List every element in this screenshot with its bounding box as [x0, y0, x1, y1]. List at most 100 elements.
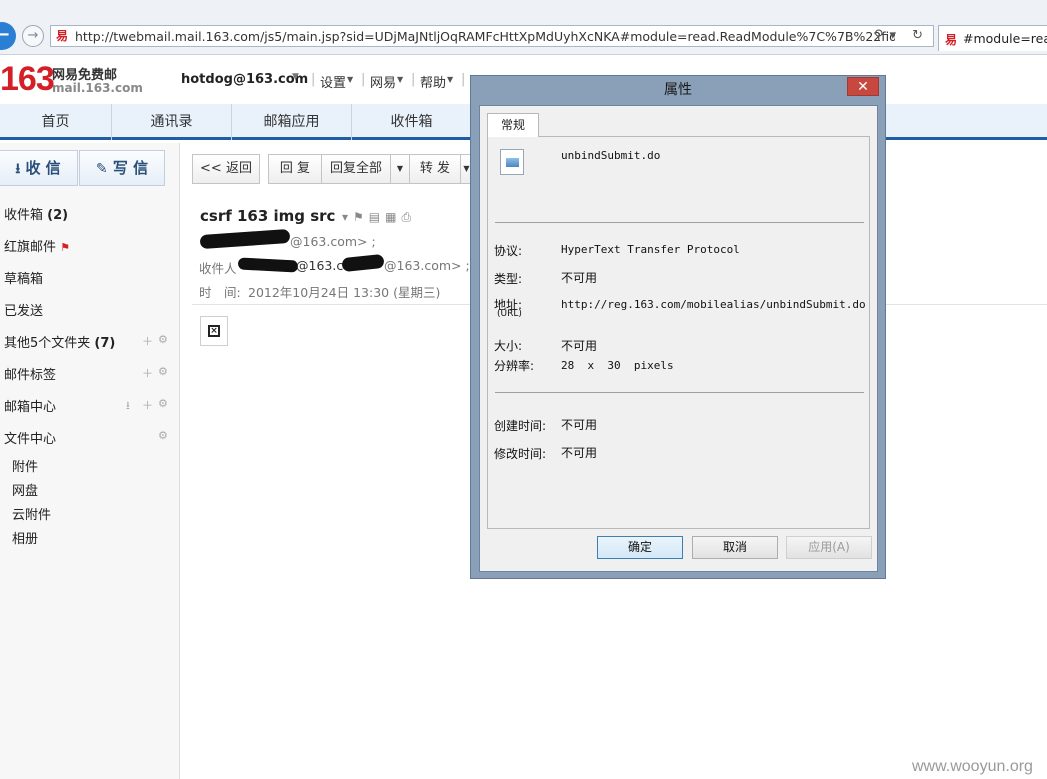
sidebar-item-cloud-attachments[interactable]: 云附件: [12, 504, 51, 523]
gear-icon[interactable]: ⚙: [158, 333, 168, 346]
resolution-label: 分辨率:: [494, 359, 535, 373]
message-actions-icon[interactable]: ▾⚑▤▦⎙: [342, 210, 416, 225]
menu-help[interactable]: 帮助: [420, 72, 446, 91]
sidebar-item-label: 收件箱: [4, 208, 44, 223]
chevron-down-icon[interactable]: ▼: [347, 75, 353, 84]
message-subject: csrf 163 img src: [200, 207, 336, 225]
sidebar-item-other-folders[interactable]: 其他5个文件夹 (7): [4, 332, 115, 351]
chevron-down-icon[interactable]: ▼: [390, 154, 410, 184]
watermark: www.wooyun.org: [912, 758, 1033, 775]
divider: [495, 222, 864, 223]
close-icon[interactable]: ✕: [847, 77, 879, 96]
general-panel: unbindSubmit.do 协议: HyperText Transfer P…: [487, 136, 870, 529]
download-icon[interactable]: ⭳: [126, 397, 130, 416]
menu-settings[interactable]: 设置: [320, 72, 346, 91]
browser-tab[interactable]: 易 #module=read: [938, 25, 1047, 51]
write-label: 写 信: [112, 159, 149, 177]
modified-label: 修改时间:: [494, 447, 547, 461]
receive-label: 收 信: [25, 159, 61, 177]
dialog-body: 常规 unbindSubmit.do 协议: HyperText Transfe…: [479, 105, 878, 572]
sidebar-item-file-center[interactable]: 文件中心: [4, 428, 56, 447]
created-value: 不可用: [561, 418, 598, 432]
unread-count: (2): [47, 208, 69, 223]
size-label: 大小:: [494, 339, 523, 353]
tab-mail-apps[interactable]: 邮箱应用: [232, 104, 352, 140]
write-button[interactable]: ✎ 写 信: [79, 150, 165, 186]
chevron-down-icon[interactable]: ▼: [397, 75, 403, 84]
address-sub-label: (URL): [497, 309, 522, 319]
broken-image-icon[interactable]: ×: [200, 316, 228, 346]
message-time: 2012年10月24日 13:30 (星期三): [248, 285, 441, 300]
file-name: unbindSubmit.do: [561, 149, 661, 162]
divider: |: [311, 72, 316, 87]
tab-general[interactable]: 常规: [487, 113, 539, 137]
chevron-down-icon[interactable]: ▼: [292, 72, 299, 82]
logo-domain: mail.163.com: [52, 81, 143, 95]
download-icon: ⭳: [15, 161, 21, 177]
sidebar-item-mail-center[interactable]: 邮箱中心: [4, 396, 56, 415]
protocol-value: HyperText Transfer Protocol: [561, 243, 740, 256]
sidebar-item-label: 其他5个文件夹: [4, 336, 91, 351]
red-flag-icon: ⚑: [60, 241, 71, 254]
tab-home[interactable]: 首页: [0, 104, 112, 140]
divider: [495, 392, 864, 393]
forward-arrow-icon[interactable]: →: [22, 25, 44, 47]
sidebar-item-attachments[interactable]: 附件: [12, 456, 38, 475]
unread-count: (7): [94, 336, 116, 351]
add-icon[interactable]: ＋: [142, 333, 153, 349]
tab-inbox[interactable]: 收件箱: [352, 104, 472, 140]
divider: |: [361, 72, 366, 87]
sidebar-item-sent[interactable]: 已发送: [4, 300, 43, 319]
sidebar-item-drafts[interactable]: 草稿箱: [4, 268, 43, 287]
recipient-address: @163.com> ;: [384, 258, 470, 273]
apply-button[interactable]: 应用(A): [786, 536, 872, 559]
gear-icon[interactable]: ⚙: [158, 397, 168, 410]
chevron-down-icon[interactable]: ▼: [447, 75, 453, 84]
ok-button[interactable]: 确定: [597, 536, 683, 559]
redaction-scribble: [341, 253, 385, 273]
receive-button[interactable]: ⭳ 收 信: [0, 150, 78, 186]
reply-all-button[interactable]: 回复全部: [321, 154, 391, 184]
user-account[interactable]: hotdog@163.com: [181, 72, 308, 87]
logo-number: 163: [0, 60, 55, 98]
site-favicon-icon: 易: [56, 29, 69, 43]
address-bar[interactable]: 易 http://twebmail.mail.163.com/js5/main.…: [50, 25, 934, 47]
sidebar-item-inbox[interactable]: 收件箱 (2): [4, 204, 68, 223]
sidebar-item-labels[interactable]: 邮件标签: [4, 364, 56, 383]
type-label: 类型:: [494, 272, 523, 286]
tab-contacts[interactable]: 通讯录: [112, 104, 232, 140]
properties-dialog: 属性 ✕ 常规 unbindSubmit.do 协议: HyperText Tr…: [470, 75, 886, 579]
address-tools-icon[interactable]: ⚲▾ ↻: [874, 28, 929, 43]
back-button[interactable]: << 返回: [192, 154, 260, 184]
forward-button[interactable]: 转 发: [409, 154, 461, 184]
redaction-scribble: [237, 257, 299, 273]
gear-icon[interactable]: ⚙: [158, 429, 168, 442]
image-file-icon: [500, 149, 524, 175]
add-icon[interactable]: ＋: [142, 365, 153, 381]
gear-icon[interactable]: ⚙: [158, 365, 168, 378]
type-value: 不可用: [561, 271, 598, 285]
sender-domain: @163.com> ;: [290, 234, 376, 249]
redaction-scribble: [199, 228, 291, 250]
menu-netease[interactable]: 网易: [370, 72, 396, 91]
add-icon[interactable]: ＋: [142, 397, 153, 413]
address-value[interactable]: http://reg.163.com/mobilealias/unbindSub…: [561, 298, 866, 311]
recipient-label: 收件人: [199, 261, 237, 276]
time-label: 时 间:: [199, 285, 241, 300]
tab-favicon-icon: 易: [945, 33, 958, 47]
sidebar-item-label: 红旗邮件: [4, 240, 57, 255]
sidebar-item-netdisk[interactable]: 网盘: [12, 480, 38, 499]
cancel-button[interactable]: 取消: [692, 536, 778, 559]
created-label: 创建时间:: [494, 419, 547, 433]
dialog-title: 属性: [664, 82, 692, 98]
address-url[interactable]: http://twebmail.mail.163.com/js5/main.js…: [75, 29, 895, 44]
sidebar-item-flagged[interactable]: 红旗邮件 ⚑: [4, 236, 70, 255]
sidebar-item-albums[interactable]: 相册: [12, 528, 38, 547]
divider: |: [461, 72, 466, 87]
divider: |: [411, 72, 416, 87]
reply-button[interactable]: 回 复: [268, 154, 322, 184]
resolution-value: 28 x 30 pixels: [561, 359, 674, 372]
protocol-label: 协议:: [494, 244, 523, 258]
pencil-icon: ✎: [95, 161, 108, 177]
tab-title: #module=read: [963, 31, 1047, 46]
